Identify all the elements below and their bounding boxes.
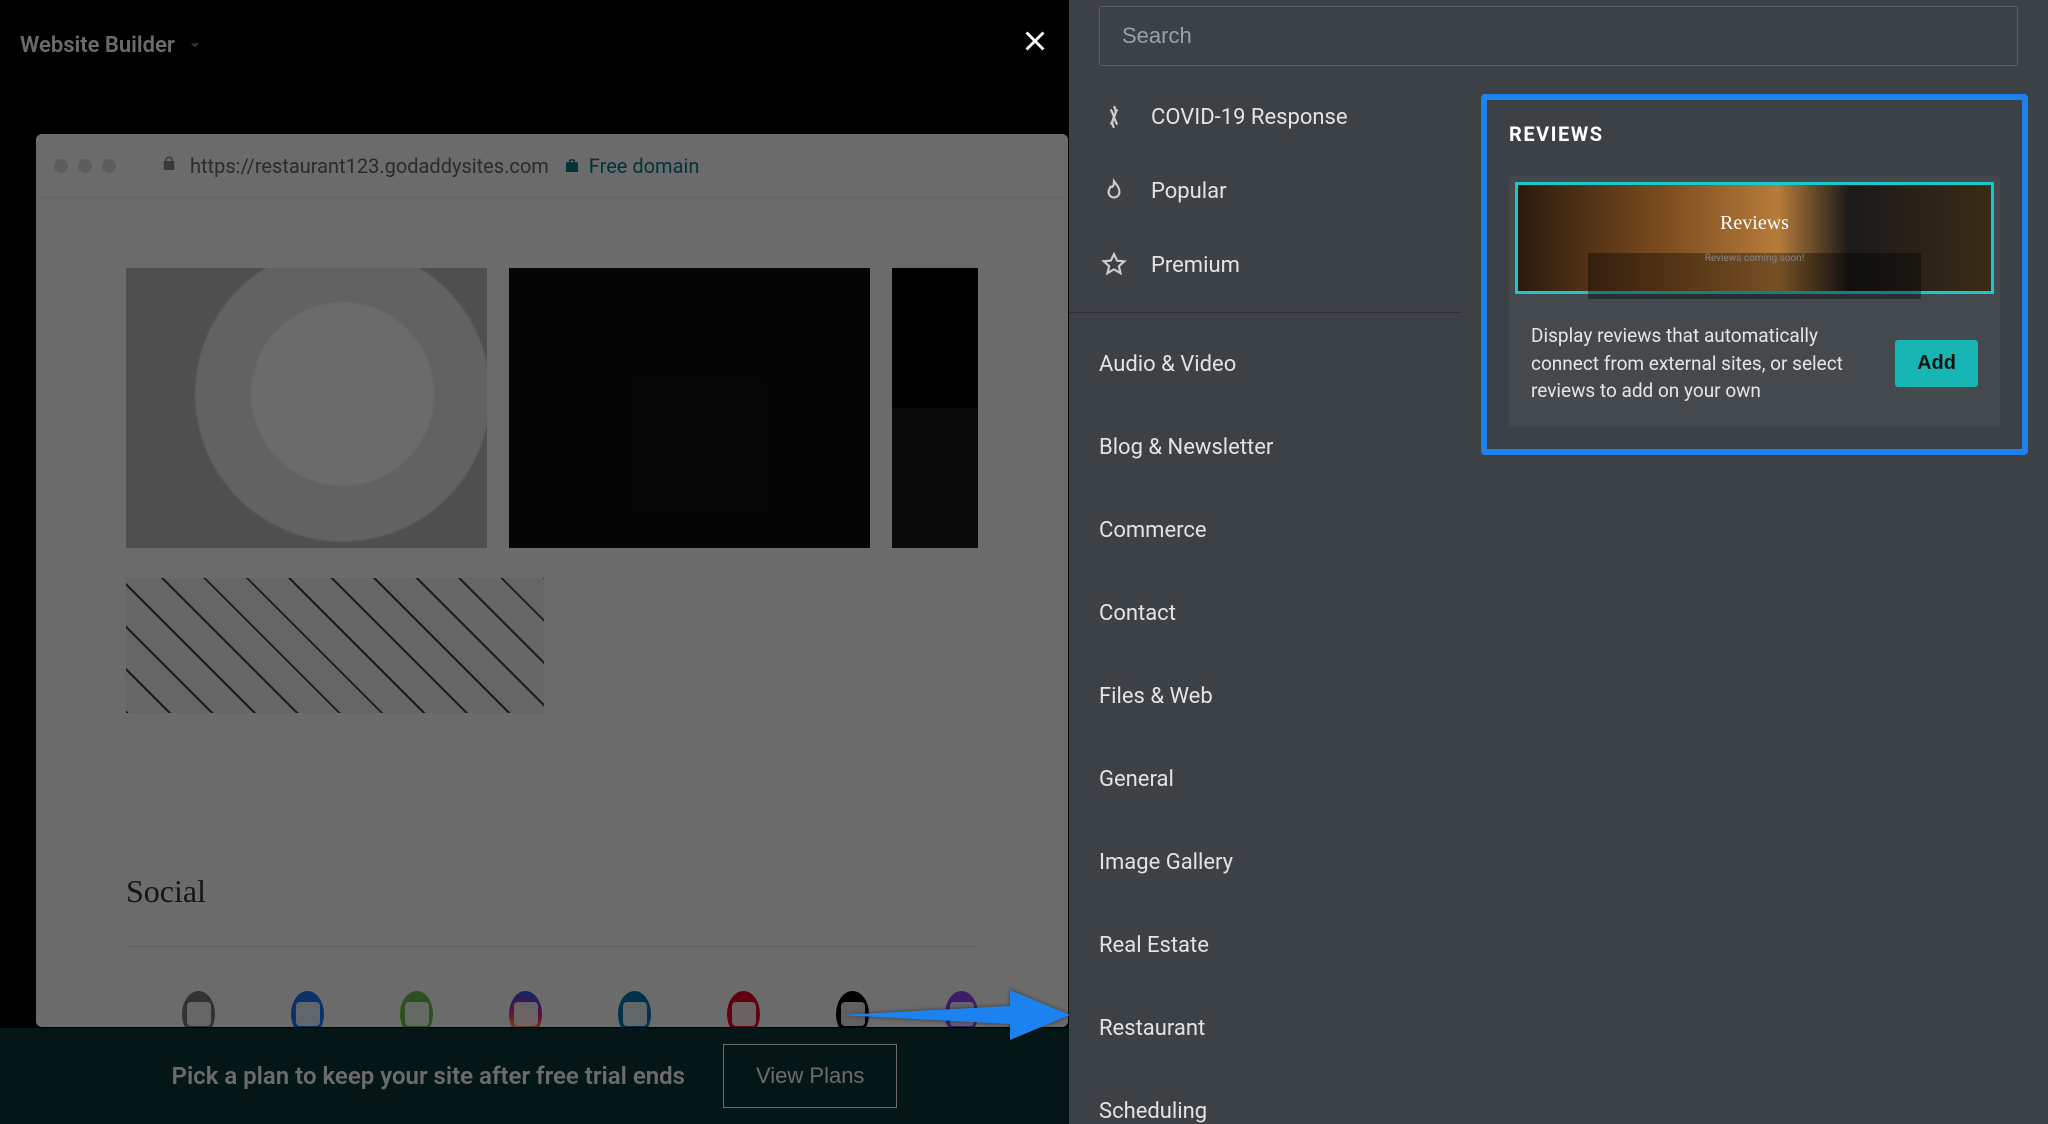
category-premium[interactable]: Premium (1069, 228, 1461, 302)
flame-icon (1099, 176, 1129, 206)
linkedin-icon[interactable] (618, 991, 651, 1027)
close-panel-button[interactable] (1010, 16, 1060, 66)
ribbon-icon (1099, 102, 1129, 132)
pinterest-icon[interactable] (727, 991, 760, 1027)
divider (1069, 312, 1461, 313)
browser-address-bar: https://restaurant123.godaddysites.com F… (36, 134, 1068, 198)
category-label: Popular (1151, 179, 1227, 204)
traffic-light-icon (102, 159, 116, 173)
trial-text: Pick a plan to keep your site after free… (172, 1062, 685, 1090)
pattern-strip (126, 578, 544, 713)
search-wrap (1069, 0, 2048, 72)
category-restaurant[interactable]: Restaurant (1069, 987, 1461, 1070)
free-domain-label: Free domain (589, 154, 700, 178)
free-domain-link[interactable]: Free domain (563, 154, 700, 178)
category-list[interactable]: COVID-19 Response Popular Premium Audio … (1069, 72, 1461, 1124)
section-preview-card[interactable]: Reviews Reviews coming soon! Display rev… (1509, 176, 2000, 427)
website-builder-dropdown[interactable]: Website Builder (14, 23, 211, 68)
houzz-icon[interactable] (400, 991, 433, 1027)
category-blog-newsletter[interactable]: Blog & Newsletter (1069, 406, 1461, 489)
category-general[interactable]: General (1069, 738, 1461, 821)
traffic-light-icon (54, 159, 68, 173)
builder-label: Website Builder (20, 33, 175, 58)
discord-icon[interactable] (182, 991, 215, 1027)
gallery-image (892, 268, 978, 548)
search-input[interactable] (1099, 6, 2018, 66)
social-heading: Social (126, 873, 978, 947)
category-label: Premium (1151, 253, 1240, 278)
social-section: Social (36, 783, 1068, 1027)
tiktok-icon[interactable] (836, 991, 869, 1027)
trial-banner: Pick a plan to keep your site after free… (0, 1028, 1069, 1124)
category-covid-response[interactable]: COVID-19 Response (1069, 80, 1461, 154)
detail-column: REVIEWS Reviews Reviews coming soon! Dis… (1461, 72, 2048, 1124)
gallery-image (126, 268, 487, 548)
traffic-light-icon (78, 159, 92, 173)
category-image-gallery[interactable]: Image Gallery (1069, 821, 1461, 904)
reviews-highlight-card: REVIEWS Reviews Reviews coming soon! Dis… (1481, 94, 2028, 455)
preview-content: Social Copyright © 2022 Restaurant 123 -… (36, 198, 1068, 1027)
facebook-icon[interactable] (291, 991, 324, 1027)
chevron-down-icon (185, 35, 205, 55)
social-icons-row (126, 991, 978, 1027)
category-real-estate[interactable]: Real Estate (1069, 904, 1461, 987)
section-description: Display reviews that automatically conne… (1531, 322, 1879, 405)
category-files-web[interactable]: Files & Web (1069, 655, 1461, 738)
instagram-icon[interactable] (509, 991, 542, 1027)
detail-heading: REVIEWS (1509, 122, 2000, 146)
gallery-image (509, 268, 870, 548)
site-preview-frame: https://restaurant123.godaddysites.com F… (36, 134, 1068, 1027)
category-label: COVID-19 Response (1151, 105, 1348, 130)
thumb-title: Reviews (1720, 212, 1789, 235)
section-thumbnail: Reviews Reviews coming soon! (1515, 182, 1994, 294)
category-scheduling[interactable]: Scheduling (1069, 1070, 1461, 1124)
category-contact[interactable]: Contact (1069, 572, 1461, 655)
category-audio-video[interactable]: Audio & Video (1069, 323, 1461, 406)
add-section-button[interactable]: Add (1895, 340, 1978, 387)
lock-icon (160, 155, 178, 177)
view-plans-button[interactable]: View Plans (723, 1044, 897, 1108)
category-commerce[interactable]: Commerce (1069, 489, 1461, 572)
preview-url: https://restaurant123.godaddysites.com (190, 154, 549, 178)
category-popular[interactable]: Popular (1069, 154, 1461, 228)
star-icon (1099, 250, 1129, 280)
image-gallery-row (36, 198, 1068, 578)
add-section-panel: COVID-19 Response Popular Premium Audio … (1069, 0, 2048, 1124)
twitch-icon[interactable] (945, 991, 978, 1027)
